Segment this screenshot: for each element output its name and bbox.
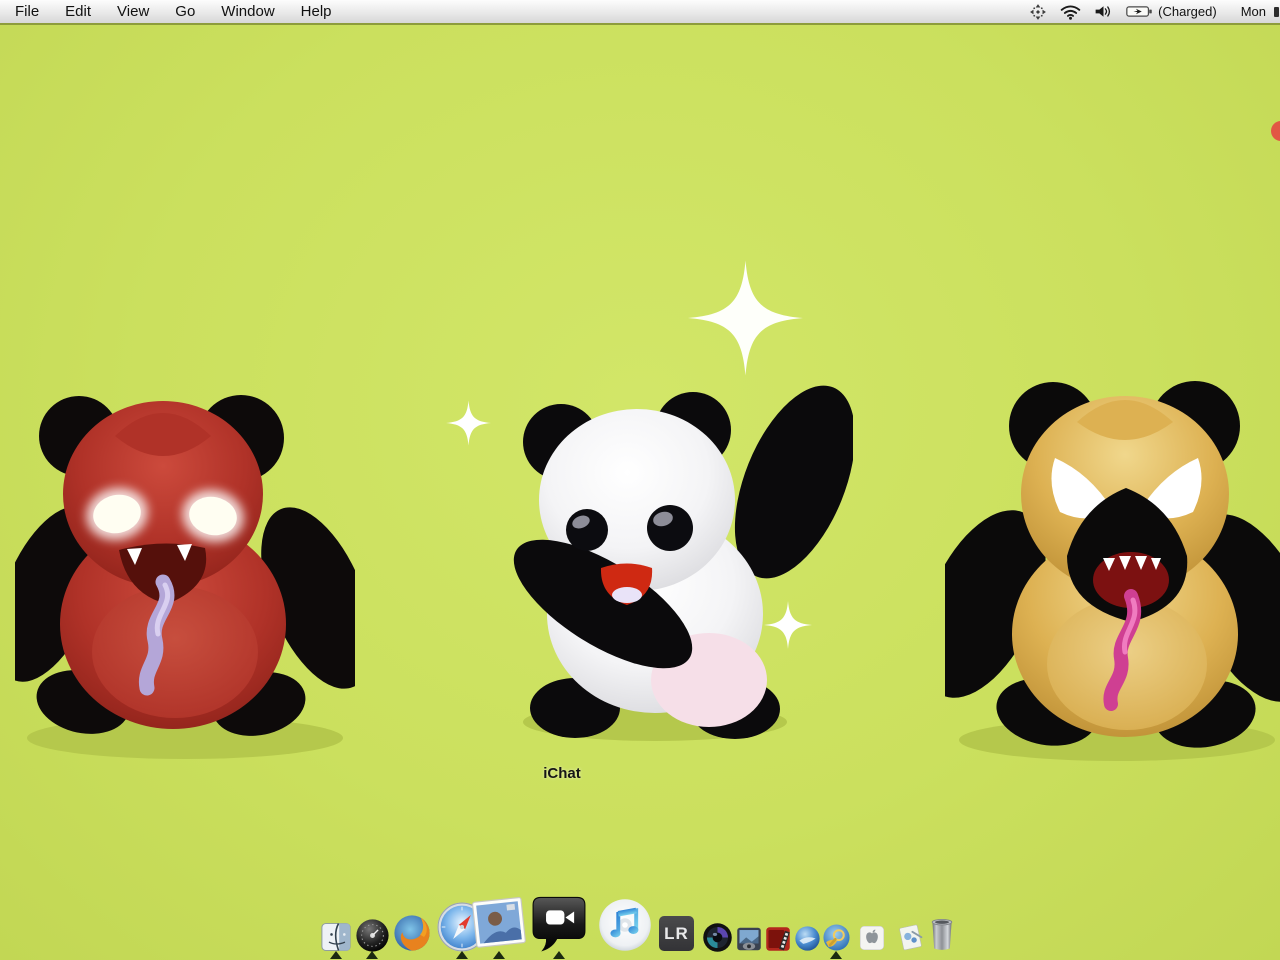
clipped-red-desktop-object	[1271, 121, 1280, 141]
running-indicator-finder	[330, 951, 342, 959]
aperture-lens-icon	[702, 922, 733, 953]
dock-item-aperture[interactable]	[702, 922, 733, 953]
menu-item-window[interactable]: Window	[221, 0, 274, 23]
dock-item-firefox[interactable]	[392, 913, 432, 953]
running-indicator-ichat	[553, 951, 565, 959]
firefox-icon	[392, 913, 432, 953]
small-sparkle-left	[446, 397, 491, 449]
volume-icon[interactable]	[1094, 4, 1113, 19]
iphoto-icon	[470, 896, 528, 950]
magnifier-globe-icon	[822, 923, 851, 952]
menu-item-view[interactable]: View	[117, 0, 149, 23]
four-way-arrows-icon[interactable]	[1029, 3, 1047, 21]
photo-booth-icon	[735, 925, 763, 953]
menu-item-edit[interactable]: Edit	[65, 0, 91, 23]
dock-item-apple-software[interactable]	[858, 924, 886, 952]
dock-item-itunes[interactable]	[597, 897, 653, 953]
dock-item-installer-doc[interactable]	[896, 922, 926, 952]
dock-item-trash[interactable]	[928, 917, 956, 952]
dock-hover-label: iChat	[524, 765, 600, 782]
desktop-screen: File Edit View Go Window Help	[0, 0, 1280, 960]
installer-doc-icon	[896, 922, 926, 952]
dock-item-sherlock[interactable]	[822, 923, 851, 952]
battery-icon[interactable]	[1126, 5, 1153, 18]
finder-icon	[320, 921, 352, 953]
dock-item-photo-booth[interactable]	[735, 925, 763, 953]
wifi-icon[interactable]	[1060, 3, 1081, 20]
menu-item-help[interactable]: Help	[301, 0, 332, 23]
itunes-icon	[597, 897, 653, 953]
dock-item-movie-app[interactable]	[764, 925, 792, 953]
dock-item-dashboard[interactable]	[355, 918, 390, 953]
running-indicator-sherlock	[830, 951, 842, 959]
gold-angry-panda	[945, 372, 1280, 767]
menu-clock[interactable]: Mon	[1241, 4, 1266, 19]
menu-item-file[interactable]: File	[15, 0, 39, 23]
dock-item-ichat[interactable]	[532, 895, 586, 955]
dock-item-blue-globe-app[interactable]	[794, 925, 821, 952]
apple-logo-box-icon	[858, 924, 886, 952]
menu-bar: File Edit View Go Window Help	[0, 0, 1280, 25]
trash-icon	[928, 917, 956, 952]
lightroom-badge: LR	[664, 924, 689, 944]
menu-status-cluster: (Charged) Mon	[1029, 0, 1280, 23]
white-waving-panda	[503, 382, 853, 747]
movie-app-icon	[764, 925, 792, 953]
menu-item-go[interactable]: Go	[175, 0, 195, 23]
menu-items: File Edit View Go Window Help	[0, 0, 358, 23]
desktop-wallpaper[interactable]	[0, 25, 1280, 960]
blue-globe-icon	[794, 925, 821, 952]
battery-status-label[interactable]: (Charged)	[1158, 4, 1217, 19]
clipped-clock-character	[1274, 7, 1279, 17]
red-devil-panda	[15, 382, 355, 767]
running-indicator-iphoto	[493, 951, 505, 959]
large-sparkle	[688, 253, 803, 383]
dock-item-finder[interactable]	[320, 921, 352, 953]
ichat-icon	[532, 895, 586, 955]
dock: iChat	[0, 850, 1280, 960]
dock-item-iphoto[interactable]	[470, 896, 528, 950]
dashboard-icon	[355, 918, 390, 953]
running-indicator-safari	[456, 951, 468, 959]
dock-item-lightroom[interactable]: LR	[659, 916, 694, 951]
running-indicator-dashboard	[366, 951, 378, 959]
